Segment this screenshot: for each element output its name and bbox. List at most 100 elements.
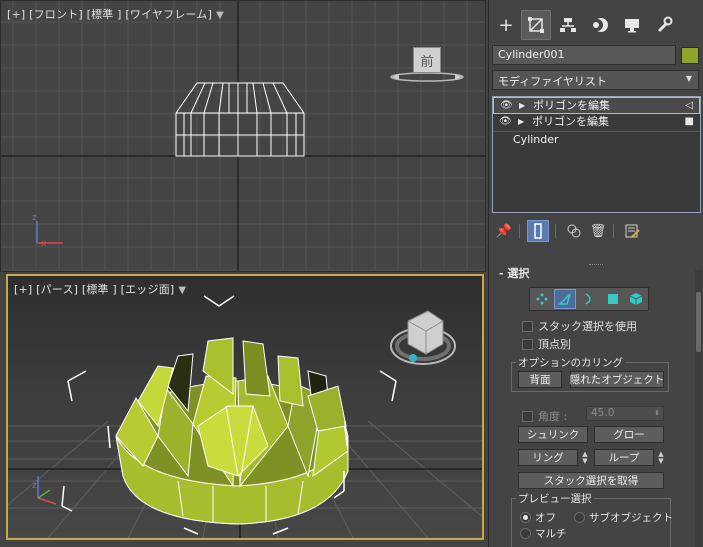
preview-subobject-radio[interactable]: サブオブジェクト: [574, 510, 673, 525]
group-title: オプションのカリング: [516, 355, 625, 370]
create-tab[interactable]: +: [491, 10, 521, 40]
object-color-swatch[interactable]: [681, 47, 699, 64]
wireframe-cylinder: [175, 82, 305, 157]
panel-resize-grip[interactable]: [589, 264, 603, 266]
make-unique-glyph: [567, 224, 581, 238]
stack-item-label: ポリゴンを編集: [533, 99, 610, 112]
rollout-title[interactable]: - 選択: [499, 265, 529, 281]
stack-item-label: ポリゴンを編集: [532, 115, 609, 128]
use-stack-selection-checkbox[interactable]: スタック選択を使用: [522, 318, 637, 334]
stack-item-label: Cylinder: [513, 133, 559, 146]
group-title: プレビュー選択: [516, 491, 594, 506]
angle-value: 45.0: [591, 407, 615, 419]
front-viewport-label[interactable]: [+] [フロント] [標準 ] [ワイヤフレーム] ▼: [7, 6, 224, 22]
preview-multi-radio[interactable]: マルチ: [520, 526, 567, 541]
modify-icon: [528, 17, 544, 33]
selection-rollout: - 選択 スタック選択を使用 頂点別 オプションのカリング 背面 隠れたオブジェ…: [489, 267, 692, 547]
expand-arrow-icon[interactable]: ▶: [519, 98, 525, 114]
display-icon: [625, 19, 639, 33]
utilities-tab[interactable]: [649, 10, 679, 40]
square-indicator-icon: ■: [684, 116, 694, 127]
modifier-stack: 👁 ▶ ポリゴンを編集 ◁ 👁 ▶ ポリゴンを編集 ■ Cylinder: [492, 96, 701, 213]
preview-off-radio[interactable]: オフ: [520, 510, 556, 525]
checkbox-box: [522, 338, 533, 350]
get-stack-selection-button[interactable]: スタック選択を取得: [518, 472, 664, 489]
spinner-icon[interactable]: ⬍: [654, 407, 660, 420]
motion-icon: [591, 18, 608, 32]
make-unique-icon[interactable]: [563, 220, 585, 242]
loop-spinner-icon[interactable]: ▲ ▼: [656, 449, 666, 466]
grow-button[interactable]: グロー: [594, 426, 664, 443]
stack-toolbar: 📌 🗑: [489, 218, 703, 244]
divider: [555, 224, 556, 238]
svg-text:z: z: [32, 481, 37, 491]
hierarchy-tab[interactable]: [553, 10, 583, 40]
loop-button[interactable]: ループ: [594, 449, 654, 466]
show-end-result-button[interactable]: [527, 220, 549, 242]
modify-tab[interactable]: [521, 10, 551, 40]
perspective-viewport[interactable]: z [+] [パース] [標準 ] [エッジ面] ▼: [6, 274, 484, 540]
subobject-selector: [529, 287, 649, 311]
radio-dot: [520, 528, 531, 539]
angle-checkbox[interactable]: 角度 :: [522, 408, 567, 424]
command-panel-tabs: +: [489, 10, 703, 40]
object-name-field[interactable]: Cylinder001: [492, 45, 676, 65]
radio-label: オフ: [535, 512, 556, 524]
front-viewport[interactable]: z x [+] [フロント] [標準 ] [ワイヤフレーム] ▼ 前: [0, 0, 486, 272]
motion-tab[interactable]: [585, 10, 615, 40]
radio-label: マルチ: [535, 528, 567, 540]
radio-label: サブオブジェクト: [589, 512, 673, 524]
radio-dot: [574, 512, 585, 523]
checkbox-label: スタック選択を使用: [538, 320, 637, 333]
ring-button[interactable]: リング: [518, 449, 578, 466]
end-result-icon: [534, 223, 542, 239]
configure-sets-icon[interactable]: [621, 220, 643, 242]
occluded-button[interactable]: 隠れたオブジェクト: [570, 371, 664, 388]
by-vertex-checkbox[interactable]: 頂点別: [522, 336, 571, 352]
plus-icon: +: [498, 14, 514, 36]
filter-icon[interactable]: ▼: [216, 10, 224, 21]
ring-spinner-icon[interactable]: ▲ ▼: [580, 449, 590, 466]
front-viewcube[interactable]: 前: [413, 47, 441, 73]
display-tab[interactable]: [617, 10, 647, 40]
scrollbar-thumb[interactable]: [696, 292, 701, 352]
command-panel: + Cylinder001 モディファイヤリスト ▼ 👁 ▶ ポリゴンを編集 ◁: [488, 0, 703, 547]
vertex-icon[interactable]: [531, 289, 553, 309]
svg-text:x: x: [41, 239, 47, 249]
stack-item-edit-poly-1[interactable]: 👁 ▶ ポリゴンを編集 ◁: [493, 97, 700, 114]
culling-group: オプションのカリング 背面 隠れたオブジェクト: [511, 355, 669, 392]
checkbox-box: [522, 410, 533, 422]
viewcube-face-label: 前: [420, 54, 434, 70]
checkbox-box: [522, 320, 533, 332]
chevron-down-icon: ▼: [685, 74, 692, 83]
perspective-viewport-label[interactable]: [+] [パース] [標準 ] [エッジ面] ▼: [14, 281, 186, 297]
angle-field[interactable]: 45.0 ⬍: [586, 406, 664, 421]
radio-dot: [520, 512, 531, 523]
checkbox-label: 頂点別: [538, 338, 571, 351]
stack-item-edit-poly-2[interactable]: 👁 ▶ ポリゴンを編集 ■: [493, 114, 700, 131]
shrink-button[interactable]: シュリンク: [518, 426, 588, 443]
pin-stack-icon[interactable]: 📌: [493, 220, 515, 242]
angle-label: 角度 :: [538, 410, 568, 423]
modifier-list-dropdown[interactable]: モディファイヤリスト ▼: [492, 70, 699, 90]
eye-icon[interactable]: 👁: [500, 98, 513, 114]
preview-selection-group: プレビュー選択 オフ サブオブジェクト マルチ: [511, 491, 673, 547]
eye-icon[interactable]: 👁: [499, 114, 512, 130]
trash-icon[interactable]: 🗑: [587, 220, 609, 242]
stack-item-cylinder[interactable]: Cylinder: [493, 131, 700, 148]
edge-icon[interactable]: [554, 289, 577, 309]
filter-icon[interactable]: ▼: [178, 285, 186, 296]
svg-text:z: z: [32, 213, 37, 223]
panel-scrollbar[interactable]: [695, 270, 702, 547]
divider: [613, 224, 614, 238]
hierarchy-icon: [560, 18, 576, 32]
polygon-icon[interactable]: [602, 289, 624, 309]
modifier-list-label: モディファイヤリスト: [498, 75, 607, 88]
border-icon[interactable]: [578, 289, 600, 309]
backface-button[interactable]: 背面: [518, 371, 562, 388]
element-icon[interactable]: [625, 289, 647, 309]
expand-arrow-icon[interactable]: ▶: [518, 114, 524, 130]
perspective-viewport-scene: z: [8, 295, 482, 538]
front-viewport-grid: z x: [1, 1, 485, 271]
wrench-icon: [657, 16, 673, 33]
